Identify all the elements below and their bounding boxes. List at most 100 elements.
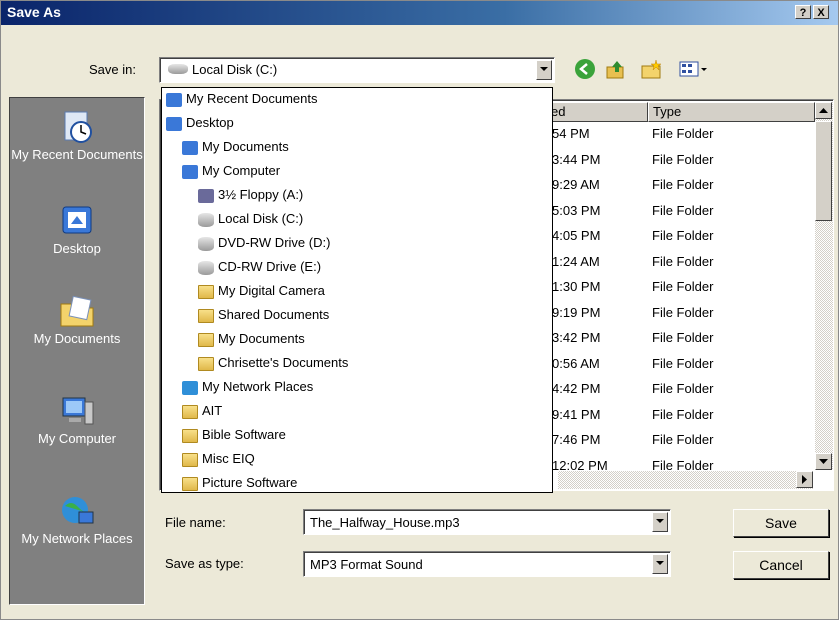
- hard-disk-icon: [168, 64, 188, 74]
- dropdown-item-label: Desktop: [186, 115, 234, 130]
- hard-disk-icon: [198, 212, 214, 227]
- scroll-up-button[interactable]: [815, 102, 832, 119]
- title-bar[interactable]: Save As ? X: [1, 1, 838, 25]
- network-places-icon: [57, 494, 97, 528]
- file-name-value: The_Halfway_House.mp3: [310, 515, 460, 530]
- dropdown-item[interactable]: My Digital Camera: [198, 280, 325, 302]
- column-header-type[interactable]: Type: [648, 102, 815, 122]
- place-label: Desktop: [53, 241, 101, 256]
- folder-icon: [182, 428, 198, 443]
- vertical-scrollbar[interactable]: [815, 102, 833, 470]
- scroll-right-button[interactable]: [796, 471, 813, 488]
- folder-icon: [198, 332, 214, 347]
- my-computer-icon: [182, 164, 198, 179]
- cancel-button[interactable]: Cancel: [733, 551, 829, 579]
- save-in-select[interactable]: Local Disk (C:): [159, 57, 555, 83]
- dropdown-item[interactable]: My Documents: [198, 328, 305, 350]
- dropdown-item[interactable]: Local Disk (C:): [198, 208, 303, 230]
- dropdown-item[interactable]: My Network Places: [182, 376, 313, 398]
- window-title: Save As: [7, 4, 61, 20]
- dropdown-item[interactable]: 3½ Floppy (A:): [198, 184, 303, 206]
- row-type: File Folder: [652, 202, 714, 218]
- dropdown-item-label: 3½ Floppy (A:): [218, 187, 304, 202]
- dropdown-item-label: AIT: [202, 403, 223, 418]
- scroll-down-button[interactable]: [815, 453, 832, 470]
- desktop-icon: [166, 116, 182, 131]
- dropdown-item[interactable]: Desktop: [166, 112, 234, 134]
- recent-documents-icon: [57, 110, 97, 144]
- dvd-drive-icon: [198, 236, 214, 251]
- floppy-drive-icon: [198, 188, 214, 203]
- place-my-computer[interactable]: My Computer: [10, 394, 144, 447]
- file-name-dropdown-button[interactable]: [652, 512, 668, 532]
- close-button[interactable]: X: [813, 5, 829, 19]
- dropdown-item[interactable]: CD-RW Drive (E:): [198, 256, 321, 278]
- dropdown-item[interactable]: Chrisette's Documents: [198, 352, 348, 374]
- file-name-input[interactable]: The_Halfway_House.mp3: [303, 509, 671, 535]
- dropdown-item[interactable]: Shared Documents: [198, 304, 329, 326]
- dropdown-item-label: My Computer: [202, 163, 281, 178]
- folder-icon: [182, 404, 198, 419]
- row-date-modified: 7:46 PM: [552, 432, 601, 447]
- row-type: File Folder: [652, 126, 714, 141]
- dropdown-item[interactable]: My Computer: [182, 160, 280, 182]
- file-name-label: File name:: [165, 515, 226, 530]
- up-folder-icon[interactable]: [605, 59, 627, 79]
- horizontal-scrollbar[interactable]: [558, 471, 813, 489]
- dropdown-item[interactable]: My Documents: [182, 136, 289, 158]
- row-type: File Folder: [652, 330, 714, 345]
- dropdown-item-label: DVD-RW Drive (D:): [218, 235, 331, 250]
- row-type: File Folder: [652, 151, 714, 167]
- dropdown-item[interactable]: Bible Software: [182, 424, 286, 446]
- save-in-value: Local Disk (C:): [192, 62, 278, 77]
- folder-icon: [198, 308, 214, 323]
- my-documents-icon: [182, 140, 198, 155]
- save-in-dropdown-list: My Recent Documents Desktop My Documents My…: [161, 87, 553, 493]
- view-menu-icon[interactable]: [679, 59, 709, 79]
- dropdown-item-label: My Documents: [218, 331, 305, 346]
- row-date-modified: 0:56 AM: [552, 355, 600, 371]
- row-date-modified: 9:19 PM: [552, 304, 601, 320]
- dropdown-item[interactable]: My Recent Documents: [166, 88, 318, 110]
- place-label: My Recent Documents: [11, 147, 143, 162]
- dropdown-item[interactable]: DVD-RW Drive (D:): [198, 232, 330, 254]
- dropdown-item[interactable]: Misc EIQ: [182, 448, 255, 470]
- dropdown-item[interactable]: AIT: [182, 400, 222, 422]
- save-as-dialog: Save As ? X Save in: Local Disk (C:) My …: [0, 0, 839, 620]
- row-date-modified: 9:29 AM: [552, 177, 600, 192]
- help-button[interactable]: ?: [795, 5, 811, 19]
- place-my-recent-documents[interactable]: My Recent Documents: [10, 110, 144, 163]
- scroll-thumb[interactable]: [815, 121, 832, 221]
- dropdown-item-label: My Documents: [202, 139, 289, 154]
- network-places-icon: [182, 380, 198, 395]
- desktop-icon: [57, 204, 97, 238]
- save-as-type-value: MP3 Format Sound: [310, 557, 423, 572]
- row-type: File Folder: [652, 177, 714, 192]
- save-in-dropdown-button[interactable]: [536, 60, 552, 80]
- save-in-label: Save in:: [89, 62, 136, 77]
- dropdown-item-label: CD-RW Drive (E:): [218, 259, 322, 274]
- back-icon[interactable]: [575, 59, 595, 79]
- recent-documents-icon: [166, 92, 182, 107]
- place-desktop[interactable]: Desktop: [10, 204, 144, 257]
- row-type: File Folder: [652, 432, 714, 447]
- my-computer-icon: [57, 394, 97, 428]
- place-my-network-places[interactable]: My Network Places: [10, 494, 144, 547]
- save-button[interactable]: Save: [733, 509, 829, 537]
- row-type: File Folder: [652, 355, 714, 371]
- row-date-modified: 1:24 AM: [552, 253, 600, 269]
- save-as-type-dropdown-button[interactable]: [652, 554, 668, 574]
- row-date-modified: 54 PM: [552, 126, 590, 141]
- save-as-type-select[interactable]: MP3 Format Sound: [303, 551, 671, 577]
- new-folder-icon[interactable]: [641, 59, 663, 79]
- dropdown-item-label: My Digital Camera: [218, 283, 325, 298]
- place-my-documents[interactable]: My Documents: [10, 294, 144, 347]
- dropdown-item-label: My Network Places: [202, 379, 314, 394]
- dropdown-item[interactable]: Picture Software: [182, 472, 297, 492]
- my-documents-icon: [57, 294, 97, 328]
- column-header-date-modified[interactable]: ed: [546, 102, 648, 122]
- row-type: File Folder: [652, 304, 714, 320]
- dropdown-item-label: Chrisette's Documents: [218, 355, 349, 370]
- row-type: File Folder: [652, 279, 714, 294]
- save-as-type-label: Save as type:: [165, 556, 244, 571]
